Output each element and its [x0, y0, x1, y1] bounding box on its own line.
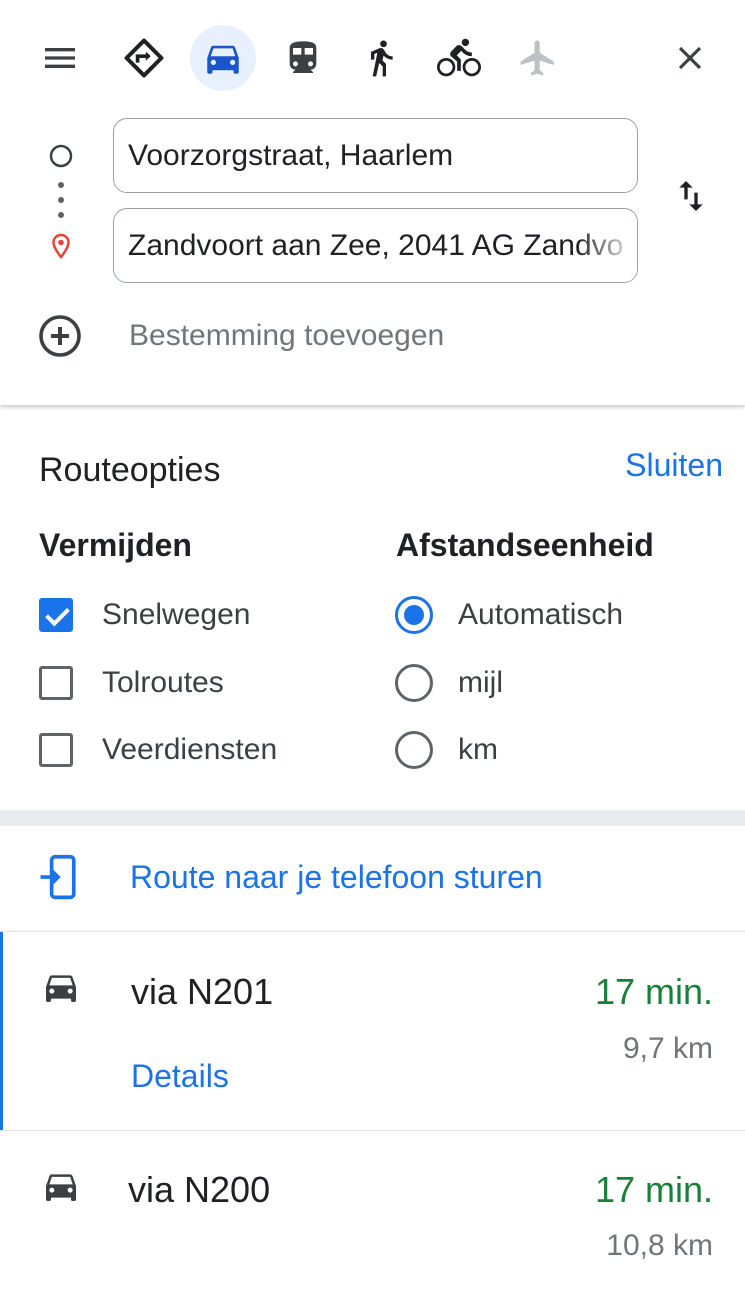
option-label: Snelwegen [102, 598, 251, 631]
add-destination-button[interactable]: Bestemming toevoegen [36, 308, 536, 364]
ferries-checkbox[interactable] [39, 733, 73, 767]
route-dot [58, 182, 64, 188]
bicycle-icon [437, 38, 481, 77]
route-option-1[interactable]: via N201 17 min. 9,7 km Details [0, 932, 745, 1130]
tolls-checkbox[interactable] [39, 666, 73, 700]
train-icon [289, 41, 317, 73]
unit-miles-option[interactable]: mijl [395, 659, 503, 707]
best-route-mode-button[interactable] [111, 25, 177, 91]
route-duration: 17 min. [594, 1169, 713, 1210]
swap-vertical-icon [679, 181, 703, 211]
directions-header: Bestemming toevoegen [0, 0, 745, 405]
route-name: via N201 [131, 971, 274, 1012]
unit-automatic-option[interactable]: Automatisch [395, 591, 623, 639]
menu-button[interactable] [27, 25, 93, 91]
route-details-link[interactable]: Details [131, 1058, 229, 1095]
close-directions-button[interactable] [657, 25, 723, 91]
option-label: Tolroutes [102, 666, 224, 699]
destination-input[interactable] [114, 209, 637, 282]
route-options-panel: Routeopties Sluiten Vermijden Afstandsee… [0, 405, 745, 810]
route-dot [58, 197, 64, 203]
destination-pin-icon [52, 233, 70, 259]
travel-mode-row [0, 24, 745, 94]
cycling-mode-button[interactable] [426, 25, 492, 91]
route-option-2[interactable]: via N200 17 min. 10,8 km [0, 1131, 745, 1303]
origin-circle-icon [49, 144, 73, 168]
highways-checkbox[interactable] [39, 598, 73, 632]
car-icon [46, 975, 76, 1002]
transit-mode-button[interactable] [270, 25, 336, 91]
km-radio[interactable] [395, 731, 433, 769]
route-name: via N200 [128, 1169, 271, 1210]
route-options-title: Routeopties [39, 451, 221, 489]
route-endpoint-markers [36, 140, 86, 270]
add-destination-label: Bestemming toevoegen [129, 319, 445, 352]
send-to-phone-icon [40, 854, 76, 900]
walking-person-icon [371, 40, 393, 77]
miles-radio[interactable] [395, 664, 433, 702]
add-circle-icon [39, 315, 81, 357]
automatic-radio[interactable] [395, 596, 433, 634]
hamburger-menu-icon [45, 48, 75, 68]
avoid-ferries-option[interactable]: Veerdiensten [39, 726, 277, 774]
airplane-icon [520, 40, 554, 76]
avoid-highways-option[interactable]: Snelwegen [39, 591, 250, 639]
flight-mode-button [505, 25, 571, 91]
option-label: mijl [458, 666, 503, 699]
route-duration: 17 min. [594, 971, 713, 1012]
walking-mode-button[interactable] [348, 25, 414, 91]
destination-field-container [113, 208, 638, 283]
distance-unit-heading: Afstandseenheid [396, 527, 654, 563]
send-to-phone-button[interactable]: Route naar je telefoon sturen [0, 826, 745, 931]
directions-diamond-icon [124, 38, 164, 78]
avoid-heading: Vermijden [39, 527, 192, 563]
car-icon [207, 45, 239, 74]
option-label: Automatisch [458, 598, 624, 631]
car-mode-button[interactable] [190, 25, 256, 91]
swap-endpoints-button[interactable] [658, 163, 724, 229]
origin-input[interactable] [114, 119, 637, 192]
close-icon [678, 46, 702, 70]
section-divider [0, 810, 745, 826]
origin-field-container [113, 118, 638, 193]
close-options-link[interactable]: Sluiten [625, 447, 723, 484]
avoid-tolls-option[interactable]: Tolroutes [39, 659, 224, 707]
route-distance: 10,8 km [606, 1229, 713, 1262]
route-distance: 9,7 km [622, 1032, 713, 1065]
send-to-phone-label: Route naar je telefoon sturen [130, 859, 543, 895]
car-icon [46, 1174, 76, 1201]
route-dot [58, 212, 64, 218]
option-label: km [458, 733, 498, 766]
option-label: Veerdiensten [102, 733, 278, 766]
unit-km-option[interactable]: km [395, 726, 498, 774]
